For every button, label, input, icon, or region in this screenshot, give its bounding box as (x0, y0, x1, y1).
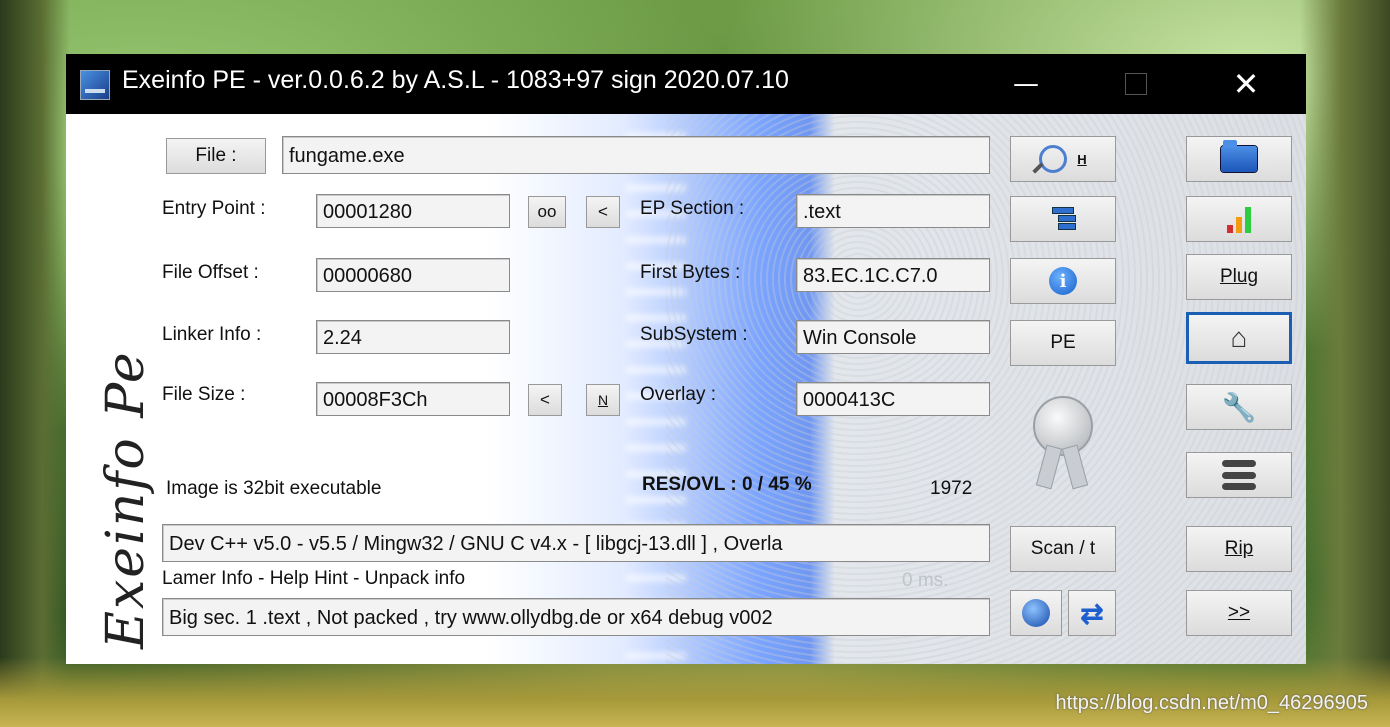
tools-button[interactable]: 🔧 (1186, 384, 1292, 430)
minimize-button[interactable]: — (996, 60, 1056, 108)
maximize-button[interactable] (1106, 60, 1166, 108)
wrench-icon: 🔧 (1221, 391, 1257, 423)
file-offset-label: File Offset : (162, 262, 259, 283)
stack-icon (1222, 460, 1256, 490)
detection-result-field[interactable]: Dev C++ v5.0 - v5.5 / Mingw32 / GNU C v4… (162, 524, 990, 562)
file-button-label: File : (195, 145, 237, 166)
section-viewer-button[interactable] (1010, 196, 1116, 242)
magnify-icon (1039, 145, 1068, 173)
signature-text: Exeinfo Pe (96, 350, 156, 649)
window-title: Exeinfo PE - ver.0.0.6.2 by A.S.L - 1083… (122, 66, 789, 94)
info-button[interactable]: i (1010, 258, 1116, 304)
file-button[interactable]: File : (166, 138, 266, 174)
search-h-button[interactable]: H (1010, 136, 1116, 182)
timing-text: 0 ms. (902, 570, 949, 591)
file-size-label: File Size : (162, 384, 246, 405)
bar-red (1227, 225, 1233, 233)
globe-icon (1022, 599, 1050, 627)
file-offset-field[interactable]: 00000680 (316, 258, 510, 292)
oo-button[interactable]: oo (528, 196, 566, 228)
ep-section-label: EP Section : (640, 198, 745, 219)
overlay-field[interactable]: 0000413C (796, 382, 990, 416)
hint-result-field[interactable]: Big sec. 1 .text , Not packed , try www.… (162, 598, 990, 636)
lamer-info-text[interactable]: Lamer Info - Help Hint - Unpack info (162, 568, 465, 590)
file-size-field[interactable]: 00008F3Ch (316, 382, 510, 416)
first-bytes-label: First Bytes : (640, 262, 741, 283)
maximize-icon (1125, 73, 1147, 95)
open-file-button[interactable] (1186, 136, 1292, 182)
signal-bars-icon (1227, 205, 1251, 233)
file-path-field[interactable]: fungame.exe (282, 136, 990, 174)
linker-info-field[interactable]: 2.24 (316, 320, 510, 354)
folder-icon (1221, 140, 1257, 172)
scan-button[interactable]: Scan / t (1010, 526, 1116, 572)
plug-button[interactable]: Plug (1186, 254, 1292, 300)
image-info-text: Image is 32bit executable (166, 478, 382, 499)
refresh-icon: ⇄ (1080, 597, 1104, 629)
info-icon: i (1049, 267, 1077, 295)
entry-point-field[interactable]: 00001280 (316, 194, 510, 228)
refresh-button[interactable]: ⇄ (1068, 590, 1116, 636)
subsystem-label: SubSystem : (640, 324, 748, 345)
tree-icon (1050, 205, 1076, 233)
home-icon: ⌂ (1230, 322, 1248, 353)
entry-point-label: Entry Point : (162, 198, 266, 219)
rip-button[interactable]: Rip (1186, 526, 1292, 572)
watermark-text: https://blog.csdn.net/m0_46296905 (1055, 692, 1368, 714)
home-button[interactable]: ⌂ (1186, 312, 1292, 364)
background-left (0, 0, 70, 727)
medal-icon (1033, 396, 1093, 506)
res-ovl-value: 1972 (930, 478, 973, 499)
bar-orange (1236, 217, 1242, 233)
overlay-label: Overlay : (640, 384, 717, 405)
client-area: Exeinfo Pe File : fungame.exe Entry Poin… (66, 114, 1306, 664)
signature-logo: Exeinfo Pe (76, 254, 156, 654)
next-button[interactable]: >> (1186, 590, 1292, 636)
size-n-button[interactable]: N (586, 384, 620, 416)
title-bar[interactable]: Exeinfo PE - ver.0.0.6.2 by A.S.L - 1083… (66, 54, 1306, 114)
subsystem-field[interactable]: Win Console (796, 320, 990, 354)
linker-info-label: Linker Info : (162, 324, 262, 345)
exeinfo-window: Exeinfo PE - ver.0.0.6.2 by A.S.L - 1083… (66, 54, 1306, 664)
bar-green (1245, 207, 1251, 233)
pe-button[interactable]: PE (1010, 320, 1116, 366)
close-button[interactable]: ✕ (1216, 60, 1276, 108)
first-bytes-field[interactable]: 83.EC.1C.C7.0 (796, 258, 990, 292)
web-button[interactable] (1010, 590, 1062, 636)
ep-back-button[interactable]: < (586, 196, 620, 228)
background-right (1300, 0, 1390, 727)
statistics-button[interactable] (1186, 196, 1292, 242)
app-icon (80, 70, 110, 100)
ep-section-field[interactable]: .text (796, 194, 990, 228)
size-back-button[interactable]: < (528, 384, 562, 416)
res-ovl-text: RES/OVL : 0 / 45 % (642, 474, 812, 495)
menu-button[interactable] (1186, 452, 1292, 498)
h-label: H (1077, 151, 1087, 167)
